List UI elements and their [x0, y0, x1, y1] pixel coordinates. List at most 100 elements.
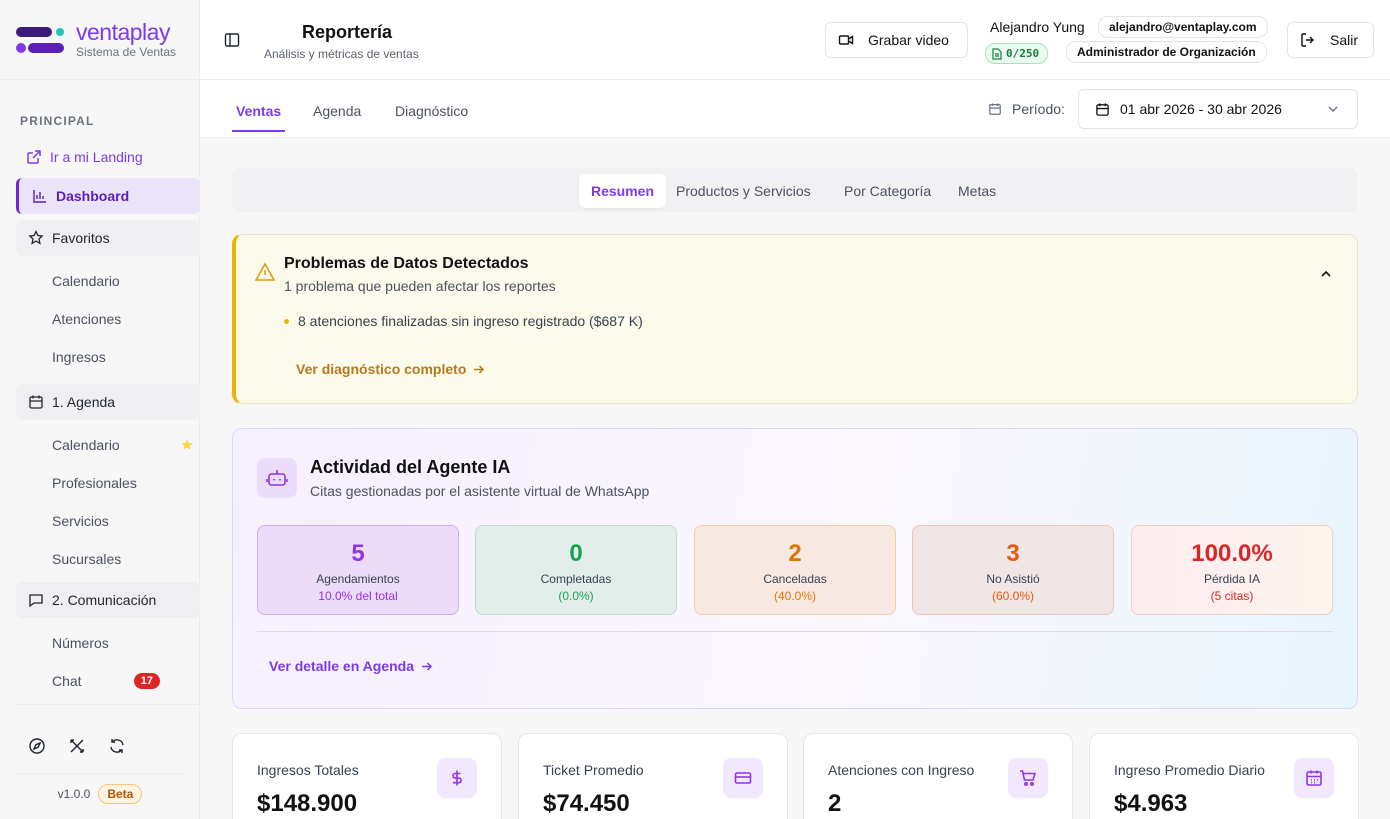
sidebar-item-profesionales[interactable]: Profesionales	[16, 464, 200, 502]
sidebar-item-label: Dashboard	[56, 188, 130, 204]
robot-icon	[266, 470, 288, 486]
stat-agendamientos[interactable]: 5 Agendamientos 10.0% del total	[257, 525, 459, 615]
sidebar-footer: v1.0.0 Beta	[16, 704, 200, 804]
sidebar-item-landing[interactable]: Ir a mi Landing	[16, 140, 200, 174]
kpi-icon-wrapper	[1294, 758, 1334, 798]
stat-no-asistio[interactable]: 3 No Asistió (60.0%)	[912, 525, 1114, 615]
view-agenda-detail-label: Ver detalle en Agenda	[269, 658, 414, 674]
chat-unread-badge: 17	[133, 673, 160, 689]
stat-label: Completadas	[540, 572, 612, 586]
stat-value: 3	[1006, 540, 1020, 567]
main-tabs-bar: Ventas Agenda Diagnóstico Período: 01 ab…	[200, 80, 1390, 138]
tab-ventas[interactable]: Ventas	[236, 103, 281, 119]
stat-label: Canceladas	[763, 572, 827, 586]
alert-item-text: 8 atenciones finalizadas sin ingreso reg…	[298, 313, 643, 329]
stat-perdida-ia[interactable]: 100.0% Pérdida IA (5 citas)	[1131, 525, 1333, 615]
period-select[interactable]: 01 abr 2026 - 30 abr 2026	[1078, 89, 1358, 129]
stat-value: 100.0%	[1191, 540, 1273, 567]
tab-diagnostico[interactable]: Diagnóstico	[395, 103, 468, 119]
version-label: v1.0.0	[57, 787, 91, 801]
sidebar-item-label: Calendario	[52, 437, 120, 453]
user-email-badge: alejandro@ventaplay.com	[1098, 16, 1268, 38]
document-icon	[992, 47, 1002, 60]
chevron-up-icon[interactable]	[1319, 267, 1333, 281]
nav-section-principal: PRINCIPAL	[20, 114, 95, 128]
kpi-label: Ticket Promedio	[543, 762, 644, 778]
view-agenda-detail-link[interactable]: Ver detalle en Agenda	[269, 658, 433, 674]
bullet-dot	[284, 318, 289, 324]
refresh-icon[interactable]	[108, 737, 126, 755]
tools-icon[interactable]	[68, 737, 86, 755]
kpi-label: Ingresos Totales	[257, 762, 359, 778]
sidebar-item-servicios[interactable]: Servicios	[16, 502, 200, 540]
kpi-value: 2	[828, 790, 842, 817]
favorite-star-icon[interactable]	[180, 438, 194, 452]
sidebar-item-fav-calendario[interactable]: Calendario	[16, 262, 200, 300]
stat-canceladas[interactable]: 2 Canceladas (40.0%)	[694, 525, 896, 615]
logout-button[interactable]: Salir	[1287, 22, 1374, 58]
kpi-label: Ingreso Promedio Diario	[1114, 762, 1265, 778]
stat-label: No Asistió	[986, 572, 1040, 586]
view-diagnostic-label: Ver diagnóstico completo	[296, 361, 467, 377]
kpi-value: $4.963	[1114, 790, 1188, 817]
view-diagnostic-link[interactable]: Ver diagnóstico completo	[296, 361, 485, 377]
active-tab-indicator	[232, 130, 285, 132]
ventaplay-logo-icon	[16, 26, 64, 53]
sidebar-group-favoritos[interactable]: Favoritos	[16, 220, 200, 256]
alert-item: 8 atenciones finalizadas sin ingreso reg…	[284, 313, 643, 329]
brand-subtitle: Sistema de Ventas	[76, 45, 177, 59]
sidebar-item-numeros[interactable]: Números	[16, 624, 200, 662]
subtab-resumen[interactable]: Resumen	[579, 174, 667, 208]
kpi-card-ingresos-totales: Ingresos Totales $148.900	[232, 733, 502, 819]
sidebar-item-label: Chat	[52, 673, 82, 689]
kpi-icon-wrapper	[723, 758, 763, 798]
stat-pct: (5 citas)	[1210, 589, 1254, 603]
role-badge: Administrador de Organización	[1066, 41, 1267, 63]
sidebar-group-label: 1. Agenda	[52, 394, 116, 410]
sidebar-item-label: Ir a mi Landing	[50, 149, 143, 165]
page-title: Reportería	[302, 22, 393, 42]
data-issues-alert: Problemas de Datos Detectados 1 problema…	[232, 234, 1358, 404]
subtab-por-categoria[interactable]: Por Categoría	[832, 174, 943, 208]
sidebar-item-sucursales[interactable]: Sucursales	[16, 540, 200, 578]
stat-label: Agendamientos	[316, 572, 400, 586]
brand-name: ventaplay	[76, 19, 170, 45]
stat-completadas[interactable]: 0 Completadas (0.0%)	[475, 525, 677, 615]
sidebar-item-fav-atenciones[interactable]: Atenciones	[16, 300, 200, 338]
compass-icon[interactable]	[28, 737, 46, 755]
sidebar-item-chat[interactable]: Chat 17	[16, 662, 200, 700]
sidebar-group-agenda[interactable]: 1. Agenda	[16, 384, 200, 420]
divider	[257, 631, 1333, 632]
stat-label: Pérdida IA	[1203, 572, 1261, 586]
sidebar-item-fav-ingresos[interactable]: Ingresos	[16, 338, 200, 376]
top-header: Reportería Análisis y métricas de ventas…	[200, 0, 1390, 80]
video-camera-icon	[838, 35, 854, 45]
kpi-card-ingreso-promedio-diario: Ingreso Promedio Diario $4.963	[1089, 733, 1359, 819]
subtab-metas[interactable]: Metas	[946, 174, 1008, 208]
sidebar-group-comunicacion[interactable]: 2. Comunicación	[16, 582, 200, 618]
kpi-icon-wrapper	[1008, 758, 1048, 798]
record-video-button[interactable]: Grabar video	[825, 22, 968, 58]
kpi-value: $148.900	[257, 790, 358, 817]
kpi-card-ticket-promedio: Ticket Promedio $74.450	[518, 733, 788, 819]
subtab-productos-servicios[interactable]: Productos y Servicios	[664, 174, 823, 208]
ai-panel-title: Actividad del Agente IA	[310, 457, 511, 477]
tab-agenda[interactable]: Agenda	[313, 103, 361, 119]
cart-icon	[1020, 770, 1037, 787]
sidebar: ventaplay Sistema de Ventas PRINCIPAL Ir…	[0, 0, 200, 819]
kpi-value: $74.450	[543, 790, 630, 817]
calendar-icon	[1306, 770, 1322, 786]
sidebar-item-agenda-calendario[interactable]: Calendario	[16, 426, 200, 464]
calendar-icon	[29, 395, 43, 409]
sidebar-toggle-icon[interactable]	[224, 32, 240, 48]
stat-pct: (0.0%)	[558, 589, 594, 603]
kpi-label: Atenciones con Ingreso	[828, 762, 975, 778]
brand[interactable]: ventaplay Sistema de Ventas	[0, 0, 199, 80]
external-link-icon	[27, 150, 41, 164]
stat-pct: (60.0%)	[991, 589, 1035, 603]
stat-value: 5	[351, 540, 365, 567]
ai-icon-wrapper	[257, 458, 297, 498]
sidebar-item-dashboard[interactable]: Dashboard	[16, 178, 200, 214]
kpi-icon-wrapper	[437, 758, 477, 798]
sidebar-nav: PRINCIPAL Ir a mi Landing Dashboard Favo…	[0, 80, 200, 700]
